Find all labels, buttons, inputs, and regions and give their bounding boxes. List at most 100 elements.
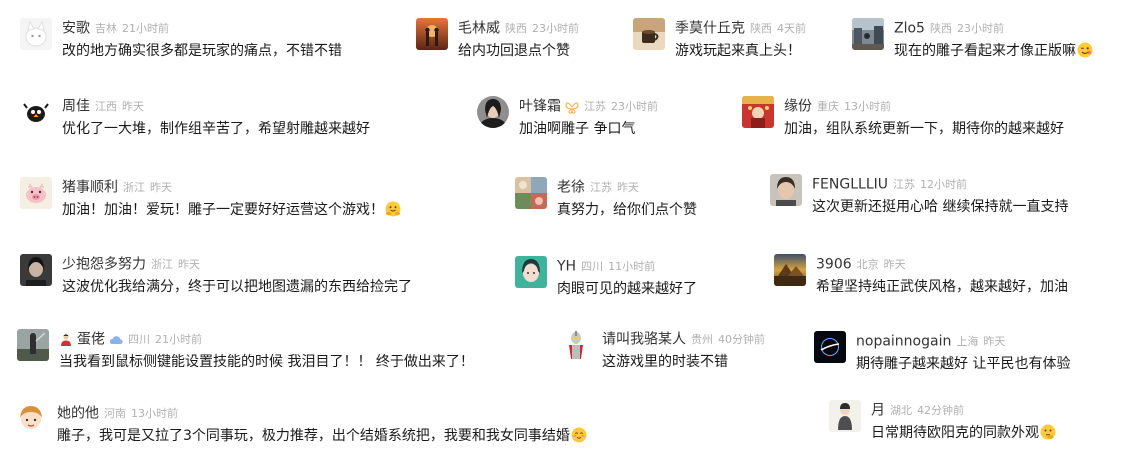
username[interactable]: 叶锋霜 [519,99,561,115]
avatar[interactable] [515,177,547,209]
avatar[interactable] [852,18,884,50]
comment-text: 真努力，给你们点个赞 [557,202,697,218]
location: 河南 [104,406,126,420]
username[interactable]: 月 [871,403,885,419]
timestamp: 42分钟前 [917,403,964,417]
shy-face-emoji [571,427,587,443]
timestamp: 昨天 [617,180,639,194]
username[interactable]: Zlo5 [894,21,925,37]
location: 浙江 [123,180,145,194]
timestamp: 11小时前 [608,259,656,273]
comment-text: 游戏玩起来真上头！ [675,43,801,59]
timestamp: 昨天 [883,257,906,271]
avatar[interactable] [416,18,448,50]
username[interactable]: 蛋佬 [77,332,105,348]
comment-text: 给内功回退点个赞 [458,43,570,59]
comment-text: 这次更新还挺用心哈 继续保持就一直支持 [812,199,1069,215]
comment-text-wrap: 日常期待欧阳克的同款外观 [871,424,1056,442]
timestamp: 40分钟前 [718,332,765,346]
avatar[interactable] [20,177,52,209]
username[interactable]: 3906 [816,257,852,273]
location: 江苏 [590,180,612,194]
avatar[interactable] [742,96,774,128]
avatar[interactable] [774,254,806,286]
username[interactable]: 缘份 [784,99,812,115]
timestamp: 13小时前 [844,99,891,113]
comment-text-wrap: 雕子，我可是又拉了3个同事玩，极力推荐，出个结婚系统把，我要和我女同事结婚 [57,427,587,445]
location: 四川 [128,332,150,346]
username[interactable]: 请叫我骆某人 [602,332,686,348]
avatar[interactable] [20,254,52,286]
comment-text-wrap: 加油！加油！爱玩！雕子一定要好好运营这个游戏！ [62,201,401,219]
username[interactable]: 周佳 [62,99,90,115]
timestamp: 23小时前 [611,99,658,113]
username[interactable]: 少抱怨多努力 [62,257,146,273]
avatar[interactable] [515,256,547,288]
location: 上海 [956,334,979,348]
location: 湖北 [890,403,912,417]
avatar[interactable] [829,400,861,432]
avatar[interactable] [560,329,592,361]
comment-text: 优化了一大堆，制作组辛苦了，希望射雕越来越好 [62,121,370,137]
location: 北京 [856,257,879,271]
avatar[interactable] [20,96,52,128]
comment-text: 加油，组队系统更新一下，期待你的越来越好 [784,121,1064,137]
comment-text: 现在的雕子看起来才像正版嘛 [894,43,1076,59]
location: 江苏 [893,177,915,191]
timestamp: 昨天 [983,334,1006,348]
location: 陕西 [750,21,772,35]
comment-text: 当我看到鼠标侧键能设置技能的时候 我泪目了！！ 终于做出来了！ [59,354,474,370]
location: 江西 [95,99,117,113]
avatar[interactable] [20,18,52,50]
avatar[interactable] [770,174,802,206]
username[interactable]: 老徐 [557,180,585,196]
username[interactable]: 季莫什丘克 [675,21,745,37]
timestamp: 21小时前 [122,21,169,35]
avatar[interactable] [633,18,665,50]
username[interactable]: 她的他 [57,406,99,422]
comment-text: 这波优化我给满分，终于可以把地图遗漏的东西给捡完了 [62,279,412,295]
location: 四川 [581,259,604,273]
timestamp: 21小时前 [155,332,202,346]
location: 浙江 [151,257,173,271]
avatar[interactable] [477,96,509,128]
comment-text: 雕子，我可是又拉了3个同事玩，极力推荐，出个结婚系统把，我要和我女同事结婚 [57,428,570,444]
timestamp: 23小时前 [956,21,1004,35]
comment-text: 希望坚持纯正武侠风格，越来越好，加油 [816,279,1068,295]
location: 吉林 [95,21,117,35]
timestamp: 昨天 [150,180,172,194]
timestamp: 昨天 [122,99,144,113]
location: 陕西 [929,21,952,35]
timestamp: 23小时前 [532,21,579,35]
comment-text-wrap: 现在的雕子看起来才像正版嘛 [894,42,1093,60]
wink-face-emoji [1077,42,1093,58]
avatar[interactable] [15,403,47,435]
username[interactable]: 安歌 [62,21,90,37]
comment-text: 加油！加油！爱玩！雕子一定要好好运营这个游戏！ [62,202,384,218]
cloud-badge-icon [109,333,123,347]
username[interactable]: YH [557,259,576,275]
avatar[interactable] [17,329,49,361]
username[interactable]: nopainnogain [856,334,951,350]
comment-text: 这游戏里的时装不错 [602,354,728,370]
figure-prefix-icon [59,333,73,347]
timestamp: 昨天 [178,257,200,271]
username[interactable]: FENGLLLIU [812,177,888,193]
username[interactable]: 猪事顺利 [62,180,118,196]
thinking-face-emoji [1040,424,1056,440]
location: 江苏 [584,99,606,113]
username[interactable]: 毛林威 [458,21,500,37]
avatar[interactable] [814,331,846,363]
location: 重庆 [817,99,839,113]
timestamp: 12小时前 [920,177,967,191]
comment-text: 改的地方确实很多都是玩家的痛点，不错不错 [62,43,342,59]
comment-text: 期待雕子越来越好 让平民也有体验 [856,356,1071,372]
timestamp: 13小时前 [131,406,178,420]
comment-text: 肉眼可见的越来越好了 [557,281,697,297]
location: 陕西 [505,21,527,35]
location: 贵州 [691,332,713,346]
timestamp: 4天前 [777,21,806,35]
butterfly-badge-icon [565,100,579,114]
hug-face-emoji [385,201,401,217]
comment-text: 加油啊雕子 争口气 [519,121,636,137]
